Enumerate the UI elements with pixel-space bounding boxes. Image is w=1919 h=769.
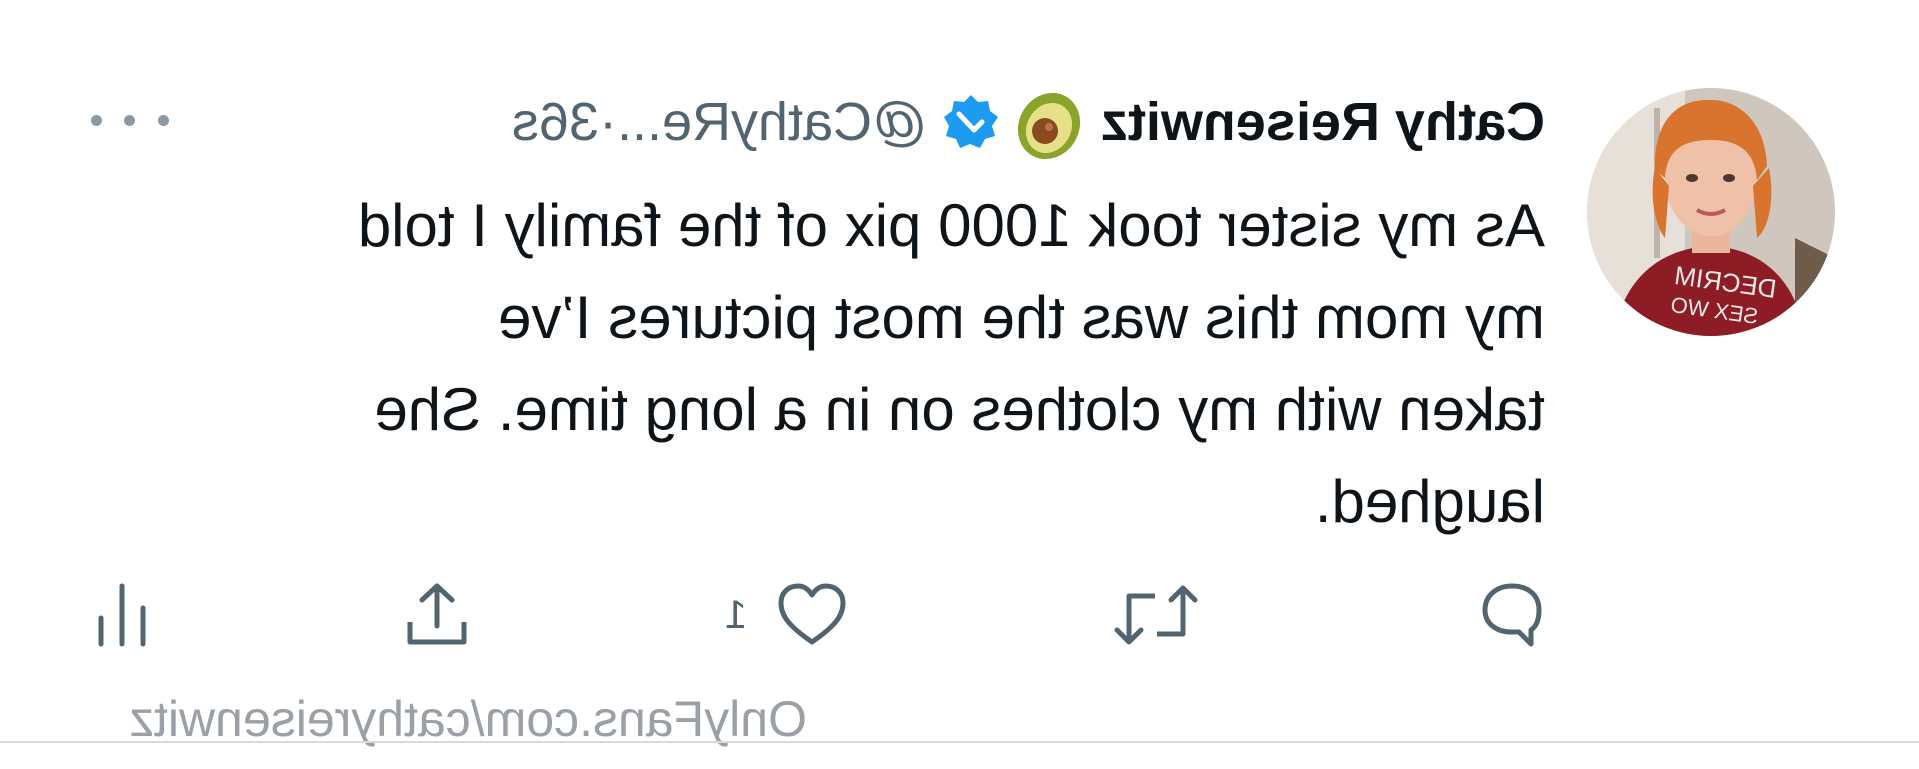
heart-icon	[778, 583, 846, 645]
tweet-text-line: As my sister took 1000 pix of the family…	[357, 192, 1545, 259]
author-handle[interactable]: @CathyRe...	[617, 91, 927, 153]
reply-icon	[1482, 583, 1542, 647]
more-dot	[124, 114, 136, 126]
avatar[interactable]: DECRIM SEX WO	[1587, 88, 1835, 336]
retweet-button[interactable]	[1111, 575, 1201, 655]
like-button[interactable]: 1	[725, 575, 849, 655]
timestamp[interactable]: 36s	[512, 91, 599, 153]
more-options-icon[interactable]	[91, 100, 169, 140]
author-name[interactable]: Cathy Reisenwitz	[1101, 91, 1545, 153]
avatar-photo: DECRIM SEX WO	[1587, 88, 1835, 336]
like-count: 1	[724, 592, 747, 637]
tweet-text: As my sister took 1000 pix of the family…	[85, 180, 1545, 548]
retweet-icon	[1114, 585, 1198, 645]
cut-off-header-text	[669, 0, 1189, 10]
share-button[interactable]	[400, 575, 474, 655]
tweet-text-line: laughed.	[1314, 468, 1545, 535]
watermark-text: OnlyFans.com/cathyreisenwitz	[128, 691, 807, 747]
divider	[0, 741, 1919, 743]
tweet-text-line: taken with my clothes on in a long time.…	[374, 376, 1545, 443]
tweet-text-line: my mom this was the most pictures I’ve	[498, 284, 1545, 351]
reply-button[interactable]	[1475, 575, 1549, 655]
share-icon	[407, 583, 467, 645]
more-dot	[91, 114, 102, 126]
verified-badge-icon	[941, 92, 1001, 152]
tweet-header: Cathy Reisenwitz @CathyRe... · 36s	[512, 84, 1545, 160]
avocado-icon	[1009, 82, 1087, 162]
mirrored-tweet-stage: DECRIM SEX WO Cathy Reisenwitz @CathyRe.…	[0, 0, 1919, 769]
analytics-button[interactable]	[85, 575, 159, 655]
more-dot	[158, 114, 169, 126]
time-separator: ·	[598, 92, 617, 152]
analytics-icon	[98, 583, 146, 647]
